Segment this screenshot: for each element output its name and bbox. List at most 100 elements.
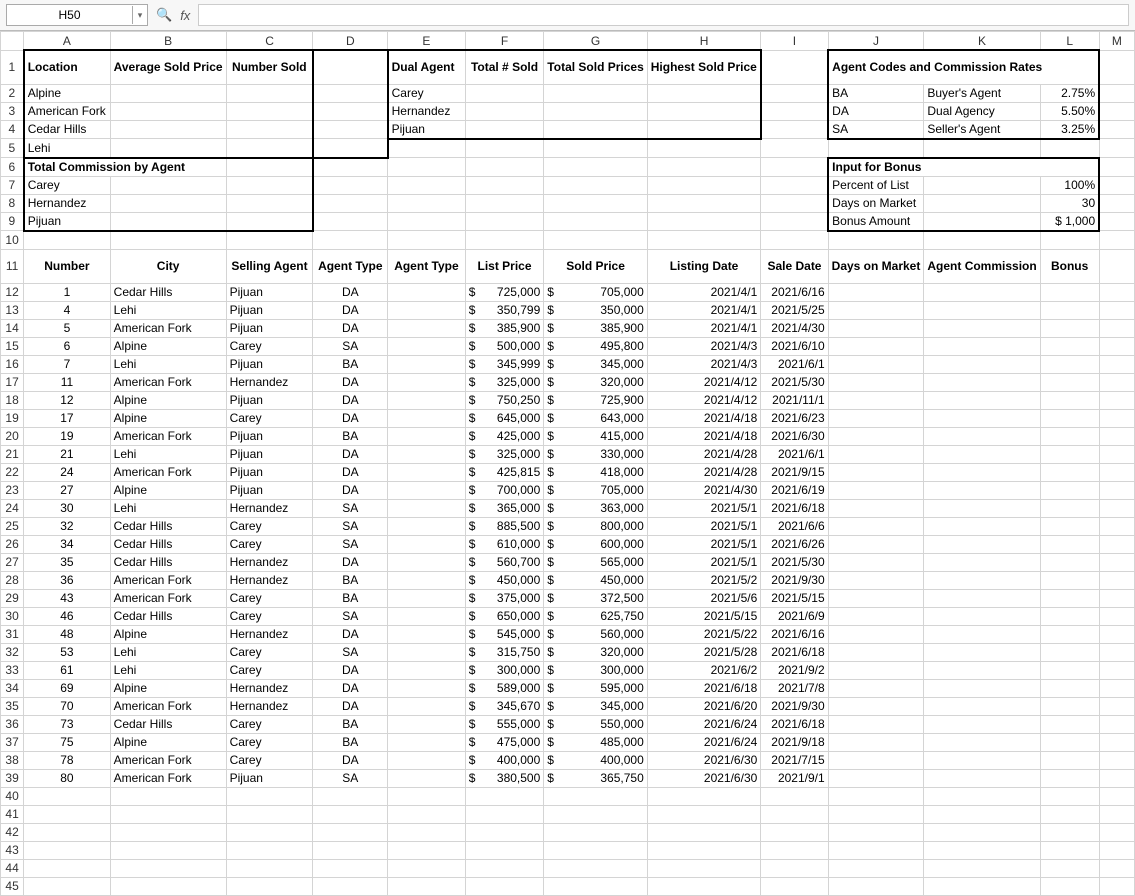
cell[interactable] bbox=[388, 194, 466, 212]
cell[interactable] bbox=[388, 463, 466, 481]
cell[interactable] bbox=[388, 212, 466, 231]
cell[interactable] bbox=[226, 877, 313, 895]
cell[interactable] bbox=[924, 715, 1040, 733]
row-header-35[interactable]: 35 bbox=[1, 697, 24, 715]
cell[interactable] bbox=[1099, 553, 1134, 571]
cell[interactable] bbox=[1099, 715, 1134, 733]
cell[interactable] bbox=[761, 194, 828, 212]
row-header-7[interactable]: 7 bbox=[1, 176, 24, 194]
cell[interactable] bbox=[1099, 535, 1134, 553]
cell[interactable] bbox=[761, 805, 828, 823]
cell[interactable] bbox=[828, 751, 924, 769]
cell[interactable] bbox=[924, 625, 1040, 643]
col-header-B[interactable]: B bbox=[110, 32, 226, 51]
cell[interactable] bbox=[226, 176, 313, 194]
cell[interactable] bbox=[1040, 553, 1099, 571]
cell[interactable] bbox=[647, 859, 761, 877]
row-header-30[interactable]: 30 bbox=[1, 607, 24, 625]
cell[interactable] bbox=[1099, 337, 1134, 355]
row-header-44[interactable]: 44 bbox=[1, 859, 24, 877]
cell[interactable] bbox=[1099, 805, 1134, 823]
row-header-4[interactable]: 4 bbox=[1, 120, 24, 139]
cell[interactable] bbox=[388, 787, 466, 805]
row-header-43[interactable]: 43 bbox=[1, 841, 24, 859]
cell[interactable] bbox=[226, 194, 313, 212]
cell[interactable] bbox=[761, 84, 828, 102]
cell[interactable] bbox=[828, 805, 924, 823]
col-header-E[interactable]: E bbox=[388, 32, 466, 51]
cell[interactable] bbox=[828, 715, 924, 733]
row-header-21[interactable]: 21 bbox=[1, 445, 24, 463]
cell[interactable] bbox=[924, 319, 1040, 337]
cell[interactable] bbox=[924, 373, 1040, 391]
cell[interactable] bbox=[924, 194, 1040, 212]
cell[interactable] bbox=[544, 120, 647, 139]
cell[interactable] bbox=[465, 805, 544, 823]
cell[interactable] bbox=[388, 319, 466, 337]
row-header-28[interactable]: 28 bbox=[1, 571, 24, 589]
col-header-H[interactable]: H bbox=[647, 32, 761, 51]
cell[interactable] bbox=[924, 427, 1040, 445]
cell[interactable] bbox=[24, 787, 110, 805]
row-header-36[interactable]: 36 bbox=[1, 715, 24, 733]
cell[interactable] bbox=[924, 391, 1040, 409]
cell[interactable] bbox=[761, 158, 828, 177]
cell[interactable] bbox=[388, 751, 466, 769]
cell[interactable] bbox=[388, 823, 466, 841]
cell[interactable] bbox=[924, 463, 1040, 481]
cell[interactable] bbox=[313, 158, 388, 177]
row-header-5[interactable]: 5 bbox=[1, 139, 24, 158]
select-all[interactable] bbox=[1, 32, 24, 51]
cell[interactable] bbox=[388, 391, 466, 409]
cell[interactable] bbox=[1099, 84, 1134, 102]
cell[interactable] bbox=[1099, 249, 1134, 283]
cell[interactable] bbox=[828, 661, 924, 679]
cell[interactable] bbox=[761, 120, 828, 139]
cell[interactable] bbox=[226, 841, 313, 859]
cell[interactable] bbox=[1040, 733, 1099, 751]
cell[interactable] bbox=[828, 769, 924, 787]
cell[interactable] bbox=[761, 50, 828, 84]
cell[interactable] bbox=[388, 176, 466, 194]
row-header-42[interactable]: 42 bbox=[1, 823, 24, 841]
cell[interactable] bbox=[924, 661, 1040, 679]
row-header-31[interactable]: 31 bbox=[1, 625, 24, 643]
cell[interactable] bbox=[828, 517, 924, 535]
cell[interactable] bbox=[1040, 787, 1099, 805]
cell[interactable] bbox=[1040, 571, 1099, 589]
cell[interactable] bbox=[388, 409, 466, 427]
cell[interactable] bbox=[924, 517, 1040, 535]
zoom-icon[interactable]: 🔍 bbox=[156, 7, 172, 23]
cell[interactable] bbox=[1099, 445, 1134, 463]
cell[interactable] bbox=[924, 805, 1040, 823]
cell[interactable] bbox=[1099, 661, 1134, 679]
cell[interactable] bbox=[1099, 841, 1134, 859]
cell[interactable] bbox=[388, 355, 466, 373]
cell[interactable] bbox=[110, 212, 226, 231]
cell[interactable] bbox=[1099, 176, 1134, 194]
cell[interactable] bbox=[1099, 194, 1134, 212]
cell[interactable] bbox=[1040, 625, 1099, 643]
row-header-12[interactable]: 12 bbox=[1, 283, 24, 301]
cell[interactable] bbox=[226, 859, 313, 877]
cell[interactable] bbox=[647, 84, 761, 102]
cell[interactable] bbox=[388, 571, 466, 589]
cell[interactable] bbox=[828, 571, 924, 589]
cell[interactable] bbox=[226, 212, 313, 231]
cell[interactable] bbox=[313, 805, 388, 823]
cell[interactable] bbox=[828, 373, 924, 391]
cell[interactable] bbox=[110, 84, 226, 102]
fx-icon[interactable]: fx bbox=[180, 8, 190, 23]
cell[interactable] bbox=[828, 337, 924, 355]
cell[interactable] bbox=[1099, 823, 1134, 841]
cell[interactable] bbox=[1040, 697, 1099, 715]
cell[interactable] bbox=[1099, 301, 1134, 319]
col-header-A[interactable]: A bbox=[24, 32, 110, 51]
cell[interactable] bbox=[828, 283, 924, 301]
cell[interactable] bbox=[388, 607, 466, 625]
row-header-25[interactable]: 25 bbox=[1, 517, 24, 535]
cell[interactable] bbox=[226, 787, 313, 805]
cell[interactable] bbox=[1040, 355, 1099, 373]
row-header-23[interactable]: 23 bbox=[1, 481, 24, 499]
cell[interactable] bbox=[1040, 391, 1099, 409]
